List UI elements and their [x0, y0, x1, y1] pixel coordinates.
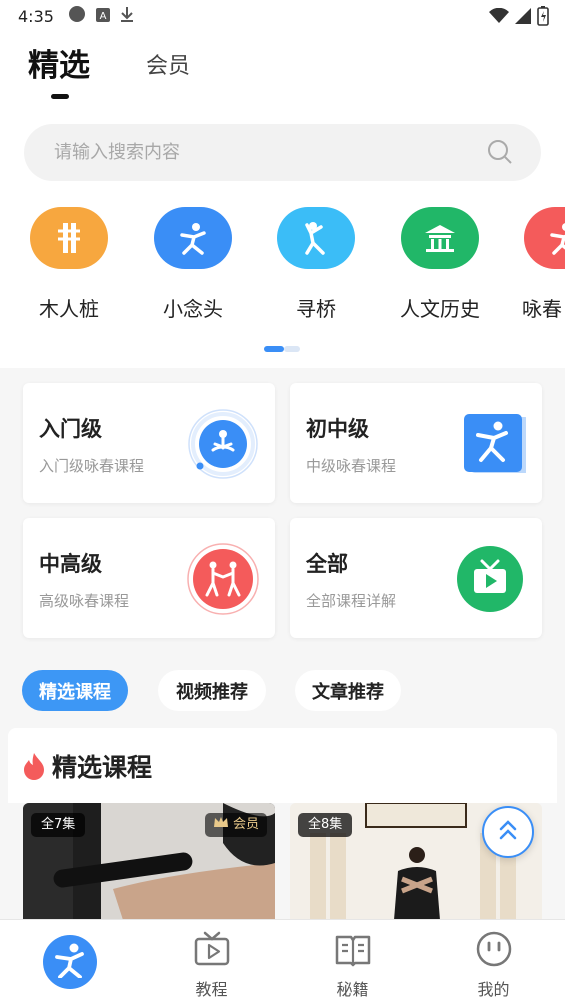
category-item-xunqiao[interactable]: 寻桥	[261, 207, 371, 322]
category-item-xiaonian[interactable]: 小念头	[138, 207, 248, 322]
section-header: 精选课程	[8, 728, 557, 803]
level-subtitle: 全部课程详解	[306, 592, 397, 610]
tab-membership[interactable]: 会员	[146, 48, 190, 80]
scroll-top-button[interactable]	[482, 806, 534, 858]
download-icon	[120, 6, 134, 26]
level-subtitle: 高级咏春课程	[39, 592, 130, 610]
nav-item-mine[interactable]: 我的	[423, 920, 564, 1004]
level-card-all[interactable]: 全部 全部课程详解	[290, 518, 542, 638]
chip-video-recommend[interactable]: 视频推荐	[158, 670, 266, 711]
search-input[interactable]	[54, 142, 474, 163]
tv-play-icon	[454, 543, 526, 615]
nav-item-secrets[interactable]: 秘籍	[282, 920, 423, 1004]
notification-dot-icon	[68, 5, 86, 27]
tv-play-icon	[193, 930, 231, 972]
level-title: 全部	[306, 552, 348, 576]
wifi-icon	[489, 7, 509, 28]
category-label: 木人桩	[39, 297, 99, 321]
book-icon	[334, 930, 372, 972]
taichi-figure-icon	[277, 207, 355, 269]
nav-label: 教程	[195, 980, 228, 999]
nav-label: 秘籍	[336, 980, 369, 999]
home-nav-button[interactable]	[43, 935, 97, 989]
filter-chips: 精选课程 视频推荐 文章推荐	[0, 668, 565, 714]
level-subtitle: 入门级咏春课程	[39, 457, 145, 475]
category-label: 人文历史	[400, 297, 480, 321]
category-item-history[interactable]: 人文历史	[385, 207, 495, 322]
tab-indicator	[51, 94, 69, 99]
app-root: 4:35 A 精选 会员 请输入搜索内容 木人桩 小念头 寻桥 人文历史 咏春 …	[0, 0, 565, 1004]
pavilion-icon	[401, 207, 479, 269]
flame-icon	[22, 752, 46, 784]
level-card-advanced[interactable]: 中高级 高级咏春课程	[23, 518, 275, 638]
episodes-badge: 全7集	[31, 813, 86, 837]
vip-label: 会员	[232, 817, 259, 832]
kungfu-figure-icon	[454, 408, 530, 480]
course-card-1[interactable]: 全7集 会员	[23, 803, 275, 920]
nav-item-tutorial[interactable]: 教程	[141, 920, 282, 1004]
status-time: 4:35	[18, 6, 54, 26]
category-label: 小念头	[163, 297, 223, 321]
level-title: 初中级	[306, 417, 369, 441]
smiley-icon	[475, 930, 513, 972]
level-card-beginner[interactable]: 入门级 入门级咏春课程	[23, 383, 275, 503]
tab-featured[interactable]: 精选	[28, 40, 90, 85]
chip-featured-courses[interactable]: 精选课程	[22, 670, 128, 711]
status-bar: 4:35 A	[0, 0, 565, 32]
category-label: 咏春	[522, 297, 562, 321]
level-card-intermediate[interactable]: 初中级 中级咏春课程	[290, 383, 542, 503]
search-bar[interactable]	[24, 124, 541, 181]
level-title: 入门级	[39, 417, 102, 441]
search-icon[interactable]	[487, 139, 513, 169]
kungfu-figure-icon	[52, 942, 88, 982]
kungfu-figure-icon	[154, 207, 232, 269]
section-title: 精选课程	[52, 753, 153, 782]
carousel-indicator	[264, 346, 300, 352]
vip-badge: 会员	[204, 813, 267, 837]
signal-icon	[515, 8, 531, 28]
chip-article-recommend[interactable]: 文章推荐	[295, 670, 401, 711]
wooden-dummy-icon	[30, 207, 108, 269]
double-chevron-up-icon	[497, 819, 519, 845]
level-subtitle: 中级咏春课程	[306, 457, 397, 475]
kungfu-figure-icon	[524, 207, 565, 269]
battery-icon	[537, 6, 549, 30]
category-item-wooden-dummy[interactable]: 木人桩	[14, 207, 124, 322]
crown-icon	[213, 813, 229, 837]
status-right-icons	[489, 6, 549, 30]
svg-text:A: A	[100, 11, 107, 22]
level-title: 中高级	[39, 552, 102, 576]
meditation-icon	[187, 408, 259, 480]
episodes-badge: 全8集	[298, 813, 353, 837]
category-item-wingchun[interactable]: 咏春	[508, 207, 565, 322]
category-row: 木人桩 小念头 寻桥 人文历史 咏春	[0, 207, 565, 327]
category-label: 寻桥	[296, 297, 336, 321]
sparring-icon	[187, 543, 259, 615]
font-a-icon: A	[95, 7, 110, 26]
top-tabs: 精选 会员	[0, 36, 565, 106]
nav-label: 我的	[477, 980, 510, 999]
